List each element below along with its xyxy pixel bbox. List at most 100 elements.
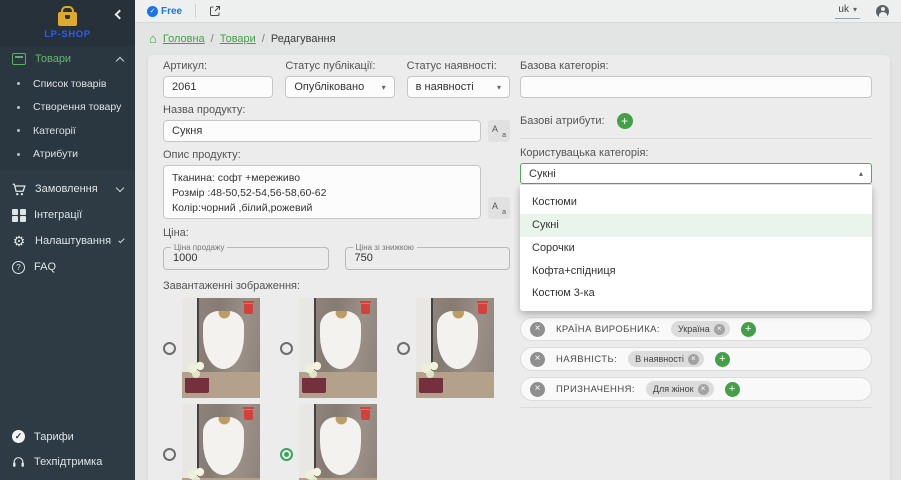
cart-icon bbox=[12, 183, 26, 196]
attribute-chip: Для жінок × bbox=[646, 381, 714, 397]
remove-chip-icon[interactable]: × bbox=[714, 324, 725, 335]
sidebar-item-product-create[interactable]: Створення товару bbox=[0, 96, 135, 120]
sale-price-input[interactable] bbox=[164, 252, 311, 266]
add-value-icon[interactable]: + bbox=[715, 352, 730, 367]
sidebar-group-products: Товари Список товарів Створення товару К… bbox=[0, 46, 135, 171]
sidebar-item-tariffs[interactable]: ✓ Тарифи bbox=[0, 424, 135, 449]
product-desc-label: Опис продукту: bbox=[163, 149, 510, 161]
sidebar-item-categories[interactable]: Категорії bbox=[0, 119, 135, 143]
stock-status-select[interactable]: в наявності ▾ bbox=[407, 76, 510, 98]
logo-text: LP-SHOP bbox=[44, 29, 90, 40]
sidebar-item-attributes[interactable]: Атрибути bbox=[0, 143, 135, 167]
attribute-row-country: × КРАЇНА ВИРОБНИКА: Україна × + bbox=[520, 317, 872, 341]
delete-image-icon[interactable] bbox=[361, 304, 370, 314]
sidebar-item-label: Тарифи bbox=[34, 431, 123, 443]
sidebar-item-label: Товари bbox=[35, 53, 108, 65]
base-category-label: Базова категорія: bbox=[520, 60, 872, 72]
attribute-row-availability: × НАЯВНІСТЬ: В наявності × + bbox=[520, 347, 872, 371]
language-value: uk bbox=[838, 4, 849, 15]
dropdown-option[interactable]: Костюми bbox=[520, 191, 872, 214]
discount-price-field: Ціна зі знижкою bbox=[345, 243, 511, 270]
breadcrumb-products[interactable]: Товари bbox=[220, 33, 256, 45]
breadcrumb-home[interactable]: Головна bbox=[163, 33, 205, 45]
user-avatar[interactable] bbox=[876, 5, 889, 18]
topbar-right: uk ▾ bbox=[835, 3, 889, 19]
sidebar-item-orders[interactable]: Замовлення bbox=[0, 176, 135, 202]
product-photo[interactable] bbox=[416, 298, 494, 398]
product-photo[interactable] bbox=[299, 298, 377, 398]
products-box-icon bbox=[12, 53, 26, 65]
custom-category-select[interactable]: Сукні ▴ bbox=[520, 163, 872, 184]
home-icon: ⌂ bbox=[149, 32, 157, 45]
custom-category-label: Користувацька категорія: bbox=[520, 147, 872, 159]
remove-attribute-icon[interactable]: × bbox=[530, 382, 545, 397]
publish-status-select[interactable]: Опубліковано ▾ bbox=[285, 76, 394, 98]
dropdown-option-selected[interactable]: Сукні bbox=[520, 214, 872, 237]
remove-attribute-icon[interactable]: × bbox=[530, 352, 545, 367]
product-photo[interactable] bbox=[299, 404, 377, 480]
badge-check-icon: ✓ bbox=[12, 430, 25, 443]
sale-price-label: Ціна продажу bbox=[171, 243, 227, 252]
main-image-radio[interactable] bbox=[163, 342, 176, 355]
chevron-down-icon bbox=[116, 184, 124, 192]
image-item-3 bbox=[397, 298, 494, 398]
sidebar-item-products[interactable]: Товари bbox=[0, 46, 135, 72]
delete-image-icon[interactable] bbox=[361, 410, 370, 420]
attribute-chip: В наявності × bbox=[628, 351, 704, 367]
add-value-icon[interactable]: + bbox=[741, 322, 756, 337]
sidebar-item-settings[interactable]: ⚙ Налаштування bbox=[0, 228, 135, 254]
sidebar-item-faq[interactable]: ? FAQ bbox=[0, 254, 135, 280]
product-photo[interactable] bbox=[182, 404, 260, 480]
divider bbox=[520, 407, 872, 408]
translate-icon[interactable]: Aa bbox=[488, 120, 510, 142]
image-row-1 bbox=[163, 298, 510, 398]
product-desc-textarea[interactable]: Тканина: софт +мереживо Розмір :48-50,52… bbox=[163, 165, 481, 219]
dropdown-option[interactable]: Кофта+спідниця bbox=[520, 260, 872, 283]
chevron-down-icon: ▾ bbox=[382, 83, 386, 92]
sub-item-label: Список товарів bbox=[33, 78, 106, 90]
translate-icon[interactable]: Aa bbox=[488, 197, 510, 219]
sidebar-item-label: Налаштування bbox=[35, 235, 111, 247]
sidebar-item-product-list[interactable]: Список товарів bbox=[0, 72, 135, 96]
image-item-2 bbox=[280, 298, 377, 398]
remove-chip-icon[interactable]: × bbox=[688, 354, 699, 365]
dropdown-option[interactable]: Костюм 3-ка bbox=[520, 282, 872, 305]
breadcrumb: ⌂ Головна / Товари / Редагування bbox=[149, 33, 336, 45]
product-name-input[interactable] bbox=[163, 120, 481, 142]
language-selector[interactable]: uk ▾ bbox=[835, 3, 860, 19]
add-attribute-icon[interactable]: + bbox=[617, 113, 633, 129]
sidebar-collapse-icon[interactable] bbox=[115, 10, 125, 20]
chevron-down-icon: ▾ bbox=[853, 5, 857, 14]
main-image-radio-checked[interactable] bbox=[280, 448, 293, 461]
add-value-icon[interactable]: + bbox=[725, 382, 740, 397]
dropdown-option[interactable]: Сорочки bbox=[520, 237, 872, 260]
sidebar-item-support[interactable]: Техпідтримка bbox=[0, 449, 135, 474]
question-icon: ? bbox=[12, 261, 25, 274]
custom-category-value: Сукні bbox=[529, 168, 556, 180]
remove-attribute-icon[interactable]: × bbox=[530, 322, 545, 337]
delete-image-icon[interactable] bbox=[244, 304, 253, 314]
remove-chip-icon[interactable]: × bbox=[698, 384, 709, 395]
delete-image-icon[interactable] bbox=[478, 304, 487, 314]
uploaded-images-label: Завантаженні зображення: bbox=[163, 280, 510, 292]
sidebar-item-label: Техпідтримка bbox=[34, 456, 123, 468]
main-image-radio[interactable] bbox=[280, 342, 293, 355]
base-category-input[interactable] bbox=[520, 76, 872, 98]
plan-badge[interactable]: ✓ Free bbox=[147, 6, 182, 17]
chevron-down-icon bbox=[118, 237, 124, 243]
attribute-chip: Україна × bbox=[671, 321, 730, 337]
verified-check-icon: ✓ bbox=[147, 6, 158, 17]
delete-image-icon[interactable] bbox=[244, 410, 253, 420]
main-image-radio[interactable] bbox=[163, 448, 176, 461]
attribute-chip-value: В наявності bbox=[635, 354, 684, 364]
sidebar-item-integrations[interactable]: Інтеграції bbox=[0, 202, 135, 228]
sku-input[interactable] bbox=[163, 76, 273, 98]
breadcrumb-current: Редагування bbox=[271, 33, 336, 45]
main-image-radio[interactable] bbox=[397, 342, 410, 355]
discount-price-input[interactable] bbox=[346, 252, 493, 266]
attribute-name: ПРИЗНАЧЕННЯ: bbox=[556, 384, 635, 395]
product-photo[interactable] bbox=[182, 298, 260, 398]
external-link-icon[interactable] bbox=[209, 5, 221, 17]
divider bbox=[520, 138, 872, 139]
sidebar-item-label: FAQ bbox=[34, 261, 123, 273]
